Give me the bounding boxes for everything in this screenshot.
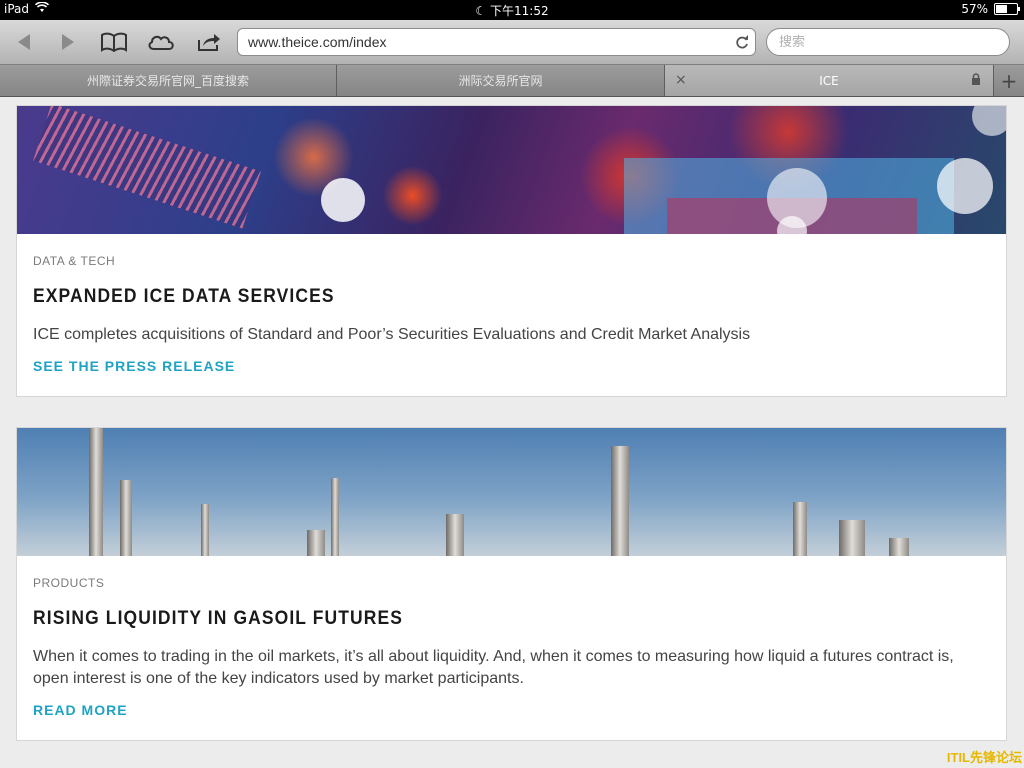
- battery-icon: [994, 3, 1020, 15]
- tab-label: 洲际交易所官网: [458, 74, 543, 88]
- tab-ice-official[interactable]: 洲际交易所官网: [337, 65, 665, 96]
- forum-watermark: ITIL先锋论坛: [946, 750, 1022, 765]
- tab-bar: 州際证券交易所官网_百度搜索 洲际交易所官网 × ICE +: [0, 65, 1024, 97]
- forward-button[interactable]: [54, 28, 82, 56]
- card-category: PRODUCTS: [33, 576, 105, 590]
- tab-label: ICE: [819, 73, 839, 88]
- clock: 下午11:52: [490, 4, 549, 18]
- news-card-data-tech: DATA & TECH EXPANDED ICE DATA SERVICES I…: [16, 105, 1007, 397]
- status-bar: iPad ☾ 下午11:52 57%: [0, 0, 1024, 20]
- news-card-products: PRODUCTS RISING LIQUIDITY IN GASOIL FUTU…: [16, 427, 1007, 741]
- forward-arrow-icon: [62, 34, 74, 50]
- card-headline: EXPANDED ICE DATA SERVICES: [33, 286, 335, 307]
- lock-icon: [971, 73, 981, 88]
- card-description: ICE completes acquisitions of Standard a…: [33, 326, 751, 343]
- share-icon: [198, 34, 220, 51]
- book-icon: [101, 32, 127, 52]
- back-button[interactable]: [10, 28, 38, 56]
- tab-ice[interactable]: × ICE: [665, 65, 994, 96]
- reload-icon[interactable]: [735, 34, 749, 54]
- refinery-image: [17, 428, 1006, 556]
- card-description: When it comes to trading in the oil mark…: [33, 648, 954, 687]
- tab-label: 州際证券交易所官网_百度搜索: [86, 74, 249, 88]
- close-tab-icon[interactable]: ×: [675, 72, 687, 88]
- circuit-board-image: [17, 106, 1006, 234]
- icloud-tabs-button[interactable]: [147, 28, 175, 56]
- page-content: DATA & TECH EXPANDED ICE DATA SERVICES I…: [0, 97, 1024, 768]
- bookmarks-button[interactable]: [100, 28, 128, 56]
- search-field[interactable]: [766, 28, 1010, 56]
- tab-baidu-search[interactable]: 州際证券交易所官网_百度搜索: [0, 65, 337, 96]
- address-bar[interactable]: [237, 28, 756, 56]
- share-button[interactable]: [195, 28, 223, 56]
- new-tab-button[interactable]: +: [994, 65, 1024, 96]
- card-category: DATA & TECH: [33, 254, 116, 268]
- url-input[interactable]: [246, 33, 730, 51]
- browser-toolbar: [0, 20, 1024, 65]
- back-arrow-icon: [18, 34, 30, 50]
- card-headline: RISING LIQUIDITY IN GASOIL FUTURES: [33, 608, 404, 629]
- cloud-icon: [148, 35, 174, 50]
- read-more-link[interactable]: READ MORE: [33, 702, 128, 718]
- battery-percent: 57%: [961, 2, 988, 16]
- press-release-link[interactable]: SEE THE PRESS RELEASE: [33, 358, 235, 374]
- moon-icon: ☾: [475, 4, 487, 18]
- plus-icon: +: [1000, 68, 1018, 93]
- search-input[interactable]: [777, 33, 1001, 50]
